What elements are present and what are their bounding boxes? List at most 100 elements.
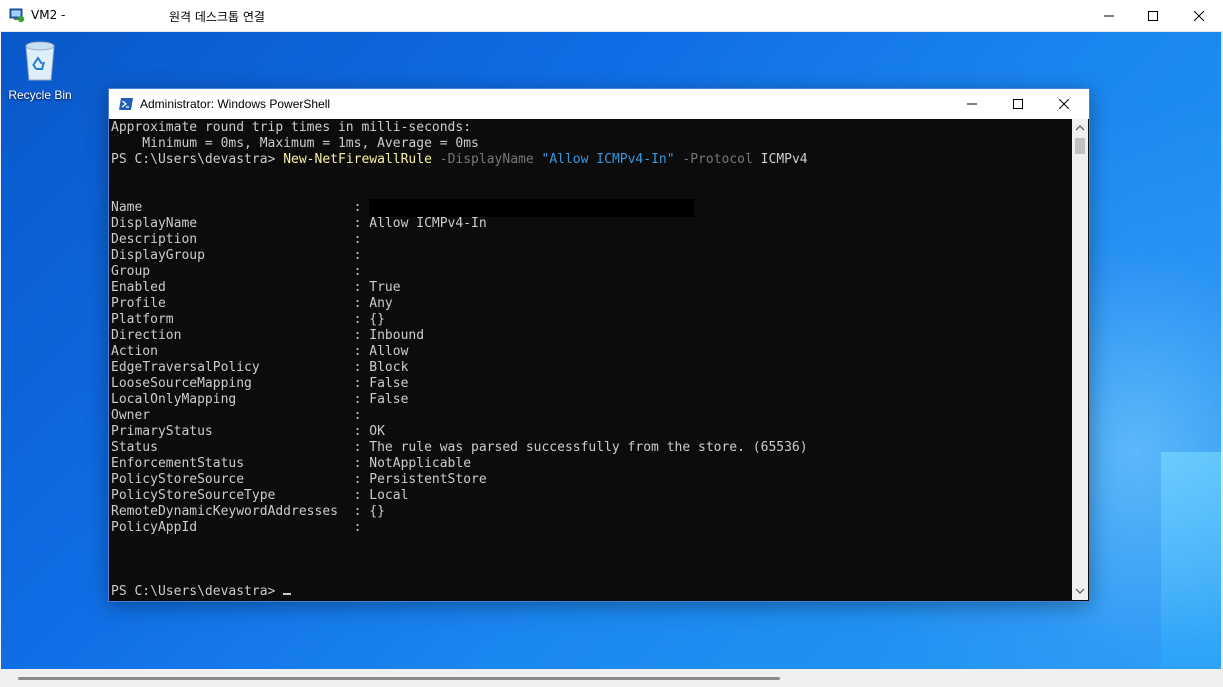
param-protocol: -Protocol (682, 152, 753, 167)
property-separator: : (345, 200, 370, 215)
prompt: PS C:\Users\devastra> (111, 152, 276, 167)
property-value: {} (369, 504, 385, 519)
property-row: Status : The rule was parsed successfull… (111, 440, 808, 456)
ps-maximize-button[interactable] (995, 89, 1041, 119)
ps-close-button[interactable] (1041, 89, 1087, 119)
property-value: Inbound (369, 328, 425, 343)
recycle-bin-label: Recycle Bin (8, 88, 72, 102)
property-name: Direction (111, 328, 182, 343)
rdp-scroll-thumb[interactable] (18, 677, 780, 680)
property-separator: : (345, 376, 370, 391)
powershell-console[interactable]: Approximate round trip times in milli-se… (110, 119, 1072, 600)
property-value: False (369, 392, 409, 407)
rdp-computer-icon[interactable] (9, 7, 25, 23)
powershell-vertical-scrollbar[interactable] (1072, 119, 1088, 600)
property-separator: : (345, 472, 370, 487)
rdp-window-subtitle: 원격 데스크톱 연결 (169, 10, 265, 24)
ps-scroll-thumb[interactable] (1075, 138, 1085, 154)
property-row: Enabled : True (111, 280, 401, 296)
property-row: EnforcementStatus : NotApplicable (111, 456, 471, 472)
ping-stats-line: Minimum = 0ms, Maximum = 1ms, Average = … (111, 136, 479, 151)
rdp-window-title: VM2 - (31, 8, 66, 22)
recycle-bin-shortcut[interactable]: Recycle Bin (5, 38, 75, 102)
property-separator: : (345, 344, 370, 359)
property-name: EdgeTraversalPolicy (111, 360, 260, 375)
maximize-icon (1148, 10, 1158, 21)
property-separator: : (345, 520, 370, 535)
property-value: Local (369, 488, 409, 503)
property-row: Profile : Any (111, 296, 393, 312)
property-separator: : (345, 360, 370, 375)
scroll-up-arrow-icon[interactable] (1075, 123, 1085, 133)
property-separator: : (345, 408, 370, 423)
property-row: PolicyAppId : (111, 520, 369, 536)
close-icon (1194, 10, 1204, 21)
property-name: LooseSourceMapping (111, 376, 252, 391)
property-separator: : (345, 264, 370, 279)
property-separator: : (345, 312, 370, 327)
property-name: Status (111, 440, 158, 455)
property-value: The rule was parsed successfully from th… (369, 440, 808, 455)
property-separator: : (345, 216, 370, 231)
property-row: Direction : Inbound (111, 328, 424, 344)
property-value: True (369, 280, 401, 295)
text-cursor (283, 593, 292, 595)
property-name: RemoteDynamicKeywordAddresses (111, 504, 338, 519)
powershell-titlebar[interactable]: Administrator: Windows PowerShell (109, 89, 1089, 119)
property-name: Enabled (111, 280, 166, 295)
property-value: NotApplicable (369, 456, 472, 471)
rdp-horizontal-scrollbar[interactable] (0, 669, 1223, 687)
property-value: False (369, 376, 409, 391)
property-row: Owner : (111, 408, 369, 424)
property-row: Platform : {} (111, 312, 385, 328)
value-protocol: ICMPv4 (760, 152, 808, 167)
property-separator: : (345, 248, 370, 263)
property-name: Name (111, 200, 143, 215)
property-name: Group (111, 264, 151, 279)
property-row: LooseSourceMapping : False (111, 376, 408, 392)
final-prompt-line: PS C:\Users\devastra> (111, 584, 292, 600)
command-line: PS C:\Users\devastra> New-NetFirewallRul… (111, 152, 808, 168)
redacted-name-value (369, 199, 694, 217)
property-name: LocalOnlyMapping (111, 392, 237, 407)
property-separator: : (345, 488, 370, 503)
property-value: OK (369, 424, 385, 439)
property-value: {} (369, 312, 385, 327)
property-separator: : (345, 328, 370, 343)
property-row: EdgeTraversalPolicy : Block (111, 360, 408, 376)
property-row: PolicyStoreSource : PersistentStore (111, 472, 487, 488)
property-name: Owner (111, 408, 151, 423)
value-displayname: "Allow ICMPv4-In" (541, 152, 675, 167)
property-name: Profile (111, 296, 166, 311)
final-prompt: PS C:\Users\devastra> (111, 584, 276, 599)
property-name: Platform (111, 312, 174, 327)
property-value: Allow (369, 344, 409, 359)
property-value: Block (369, 360, 409, 375)
param-displayname: -DisplayName (439, 152, 534, 167)
property-name: PolicyStoreSource (111, 472, 245, 487)
scroll-down-arrow-icon[interactable] (1075, 586, 1085, 596)
powershell-icon[interactable] (118, 96, 134, 112)
property-row: DisplayGroup : (111, 248, 369, 264)
property-row: PolicyStoreSourceType : Local (111, 488, 408, 504)
property-name: Description (111, 232, 198, 247)
minimize-icon (1104, 15, 1114, 16)
property-name: PolicyStoreSourceType (111, 488, 276, 503)
property-value: PersistentStore (369, 472, 487, 487)
rdp-maximize-button[interactable] (1130, 0, 1176, 31)
rdp-close-button[interactable] (1176, 0, 1222, 31)
property-name: PrimaryStatus (111, 424, 213, 439)
property-row: Group : (111, 264, 369, 280)
ps-minimize-button[interactable] (949, 89, 995, 119)
powershell-window: Administrator: Windows PowerShell Approx… (108, 88, 1090, 602)
property-separator: : (345, 280, 370, 295)
property-row: Description : (111, 232, 369, 248)
close-icon (1059, 99, 1069, 109)
rdp-minimize-button[interactable] (1086, 0, 1132, 31)
property-row: RemoteDynamicKeywordAddresses : {} (111, 504, 385, 520)
property-row: Name : (111, 200, 369, 216)
property-row: LocalOnlyMapping : False (111, 392, 408, 408)
rdp-titlebar: VM2 - 원격 데스크톱 연결 (0, 0, 1223, 32)
property-separator: : (345, 424, 370, 439)
minimize-icon (967, 103, 977, 105)
